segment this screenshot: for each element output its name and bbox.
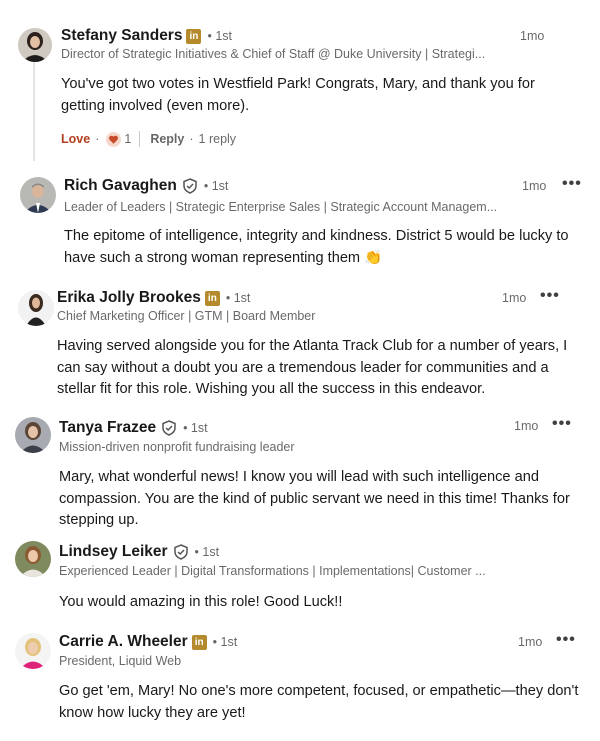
love-button[interactable]: Love [61, 132, 90, 146]
divider [139, 131, 141, 147]
author-name[interactable]: Carrie A. Wheeler [59, 633, 188, 651]
avatar[interactable] [15, 541, 51, 577]
connection-degree: • 1st [183, 421, 208, 435]
reply-button[interactable]: Reply [150, 132, 184, 146]
author-line: Carrie A. Wheeler in • 1st [59, 633, 237, 651]
timestamp: 1mo [518, 635, 543, 649]
verified-icon [162, 420, 176, 436]
reaction-count[interactable]: 1 [124, 132, 131, 146]
linkedin-premium-icon: in [191, 634, 207, 650]
connection-degree: • 1st [194, 545, 220, 559]
avatar[interactable] [18, 290, 54, 326]
linkedin-premium-icon: in [186, 28, 202, 44]
heart-reaction-icon [106, 131, 122, 147]
reply-count[interactable]: 1 reply [199, 132, 237, 146]
author-name[interactable]: Lindsey Leiker [59, 543, 168, 561]
clap-emoji: 👏 [364, 249, 383, 266]
verified-icon [183, 178, 197, 194]
author-headline: Mission-driven nonprofit fundraising lea… [59, 440, 295, 454]
avatar[interactable] [15, 633, 51, 669]
comment-text: The epitome of intelligence, integrity a… [64, 226, 584, 269]
comment-tanya-frazee: Tanya Frazee • 1st Mission-driven nonpro… [0, 405, 600, 535]
timestamp: 1mo [502, 291, 527, 305]
more-options-icon[interactable]: ••• [562, 176, 582, 192]
author-headline: Experienced Leader | Digital Transformat… [59, 564, 486, 578]
separator-dot: · [95, 132, 100, 146]
connection-degree: • 1st [203, 179, 229, 193]
comment-rich-gavaghen: Rich Gavaghen • 1st Leader of Leaders | … [0, 165, 600, 280]
author-line: Rich Gavaghen • 1st [64, 177, 228, 195]
more-options-icon[interactable]: ••• [556, 632, 576, 648]
comment-text: Go get 'em, Mary! No one's more competen… [59, 683, 579, 721]
connection-degree: • 1st [225, 291, 251, 305]
author-headline: President, Liquid Web [59, 654, 182, 668]
linkedin-premium-icon: in [204, 290, 220, 306]
timestamp: 1mo [522, 179, 547, 193]
comment-text: You would amazing in this role! Good Luc… [59, 594, 343, 610]
author-headline: Chief Marketing Officer | GTM | Board Me… [57, 309, 316, 323]
comment-stefany-sanders: Stefany Sanders in • 1st Director of Str… [0, 0, 600, 165]
timestamp: 1mo [514, 419, 539, 433]
more-options-icon[interactable]: ••• [552, 416, 572, 432]
thread-line [33, 62, 35, 161]
comment-text: You've got two votes in Westfield Park! … [61, 76, 535, 114]
comment-carrie-wheeler: Carrie A. Wheeler in • 1st President, Li… [0, 625, 600, 741]
avatar[interactable] [15, 417, 51, 453]
verified-icon [173, 544, 188, 560]
comment-text-content: The epitome of intelligence, integrity a… [64, 228, 569, 266]
author-name[interactable]: Tanya Frazee [59, 419, 156, 437]
author-name[interactable]: Stefany Sanders [61, 27, 182, 45]
comment-text: Mary, what wonderful news! I know you wi… [59, 469, 570, 528]
comment-text: Having served alongside you for the Atla… [57, 338, 568, 397]
author-headline: Director of Strategic Initiatives & Chie… [61, 47, 486, 61]
avatar[interactable] [20, 177, 56, 213]
author-name[interactable]: Erika Jolly Brookes [57, 289, 201, 307]
comment-lindsey-leiker: Lindsey Leiker • 1st Experienced Leader … [0, 535, 600, 625]
comment-actions: Love · 1 Reply · 1 reply [61, 131, 236, 147]
author-line: Erika Jolly Brookes in • 1st [57, 289, 250, 307]
timestamp: 1mo [520, 29, 545, 43]
avatar[interactable] [18, 28, 52, 62]
author-name[interactable]: Rich Gavaghen [64, 177, 177, 195]
author-line: Lindsey Leiker • 1st [59, 543, 219, 561]
separator-dot: · [189, 132, 194, 146]
author-headline: Leader of Leaders | Strategic Enterprise… [64, 200, 498, 214]
connection-degree: • 1st [207, 29, 232, 43]
author-line: Tanya Frazee • 1st [59, 419, 208, 437]
connection-degree: • 1st [212, 635, 238, 649]
author-line: Stefany Sanders in • 1st [61, 27, 232, 45]
more-options-icon[interactable]: ••• [540, 288, 560, 304]
comment-erika-jolly-brookes: Erika Jolly Brookes in • 1st Chief Marke… [0, 280, 600, 405]
